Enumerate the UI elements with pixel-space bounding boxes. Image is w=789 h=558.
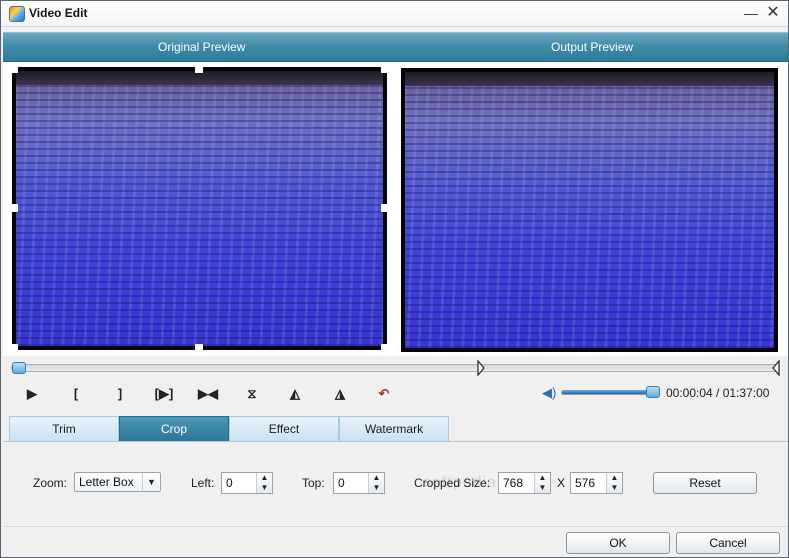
left-increment-icon[interactable]: ▲	[257, 473, 272, 483]
zoom-label: Zoom:	[33, 476, 68, 490]
left-label: Left:	[191, 476, 215, 490]
tab-effect[interactable]: Effect	[229, 416, 339, 441]
trim-end-marker-icon[interactable]	[772, 360, 780, 376]
left-stepper[interactable]: 0 ▲ ▼	[221, 472, 273, 494]
crop-handle-top-left[interactable]	[10, 65, 18, 73]
edit-tabs: Trim Crop Effect Watermark	[3, 416, 788, 442]
close-icon[interactable]: ✕	[763, 4, 783, 22]
cropped-size-label: Cropped Size:	[414, 476, 491, 490]
width-decrement-icon[interactable]: ▼	[535, 483, 550, 493]
original-preview-label: Original Preview	[158, 40, 246, 54]
top-value: 0	[338, 476, 345, 490]
crop-handle-right[interactable]	[381, 204, 389, 212]
zoom-select[interactable]: Letter Box ▼	[74, 472, 161, 492]
tab-watermark[interactable]: Watermark	[339, 416, 449, 441]
mark-in-button[interactable]: [	[65, 384, 87, 404]
original-video-image	[16, 71, 383, 346]
preview-stage	[3, 62, 788, 356]
minimize-icon[interactable]: —	[741, 4, 761, 22]
preview-header-bar: Original Preview Output Preview	[3, 32, 788, 62]
crop-handle-top-right[interactable]	[381, 65, 389, 73]
mark-out-button[interactable]: ]	[109, 384, 131, 404]
width-increment-icon[interactable]: ▲	[535, 473, 550, 483]
output-video-image	[405, 72, 774, 348]
original-preview-frame[interactable]	[10, 65, 389, 352]
top-label: Top:	[302, 476, 325, 490]
height-decrement-icon[interactable]: ▼	[607, 483, 622, 493]
height-increment-icon[interactable]: ▲	[607, 473, 622, 483]
output-preview-frame	[401, 68, 778, 352]
left-decrement-icon[interactable]: ▼	[257, 483, 272, 493]
crop-handle-top[interactable]	[195, 65, 203, 73]
flip-horizontal-button[interactable]: ◭	[284, 384, 306, 404]
play-button[interactable]: ▶	[21, 384, 43, 404]
reset-button[interactable]: Reset	[653, 472, 757, 494]
split-button[interactable]: ⧖	[241, 384, 263, 404]
undo-button[interactable]: ↶	[373, 384, 395, 404]
volume-level-fill	[562, 391, 649, 394]
video-edit-window: Video Edit — ✕ Original Preview Output P…	[0, 0, 789, 558]
crop-width-stepper[interactable]: 768 ▲ ▼	[498, 472, 551, 494]
chevron-down-icon[interactable]: ▼	[142, 473, 160, 491]
app-icon	[9, 6, 25, 22]
timecode-display: 00:00:04 / 01:37:00	[666, 386, 770, 400]
volume-thumb[interactable]	[646, 386, 660, 398]
crop-handle-bottom[interactable]	[195, 344, 203, 352]
volume-icon[interactable]: ◀)	[542, 386, 558, 400]
ok-button[interactable]: OK	[566, 532, 670, 554]
top-stepper[interactable]: 0 ▲ ▼	[333, 472, 385, 494]
crop-handle-bottom-right[interactable]	[381, 344, 389, 352]
tab-trim[interactable]: Trim	[9, 416, 119, 441]
crop-handle-bottom-left[interactable]	[10, 344, 18, 352]
crop-height-stepper[interactable]: 576 ▲ ▼	[570, 472, 623, 494]
prev-next-frame-button[interactable]: ▶◀	[195, 384, 221, 404]
tab-crop[interactable]: Crop	[119, 416, 229, 441]
trim-start-marker-icon[interactable]	[477, 360, 485, 376]
crop-width-value: 768	[503, 476, 524, 490]
timeline-thumb[interactable]	[12, 362, 26, 374]
left-value: 0	[226, 476, 233, 490]
cancel-button[interactable]: Cancel	[676, 532, 780, 554]
top-increment-icon[interactable]: ▲	[369, 473, 384, 483]
top-decrement-icon[interactable]: ▼	[369, 483, 384, 493]
crop-panel: Zoom: Letter Box ▼ Left: 0 ▲ ▼ Top: 0 ▲ ▼ …	[3, 442, 788, 526]
play-selection-button[interactable]: [▶]	[151, 384, 177, 404]
volume-slider[interactable]	[561, 390, 659, 395]
dialog-footer: OK Cancel	[3, 526, 788, 557]
zoom-select-value: Letter Box	[79, 475, 134, 489]
flip-vertical-button[interactable]: ◮	[329, 384, 351, 404]
size-separator: X	[557, 476, 566, 490]
timeline-slider[interactable]	[11, 360, 780, 376]
window-title: Video Edit	[29, 6, 88, 20]
output-preview-label: Output Preview	[551, 40, 634, 54]
title-bar: Video Edit — ✕	[1, 1, 788, 27]
crop-handle-left[interactable]	[10, 204, 18, 212]
crop-height-value: 576	[575, 476, 596, 490]
